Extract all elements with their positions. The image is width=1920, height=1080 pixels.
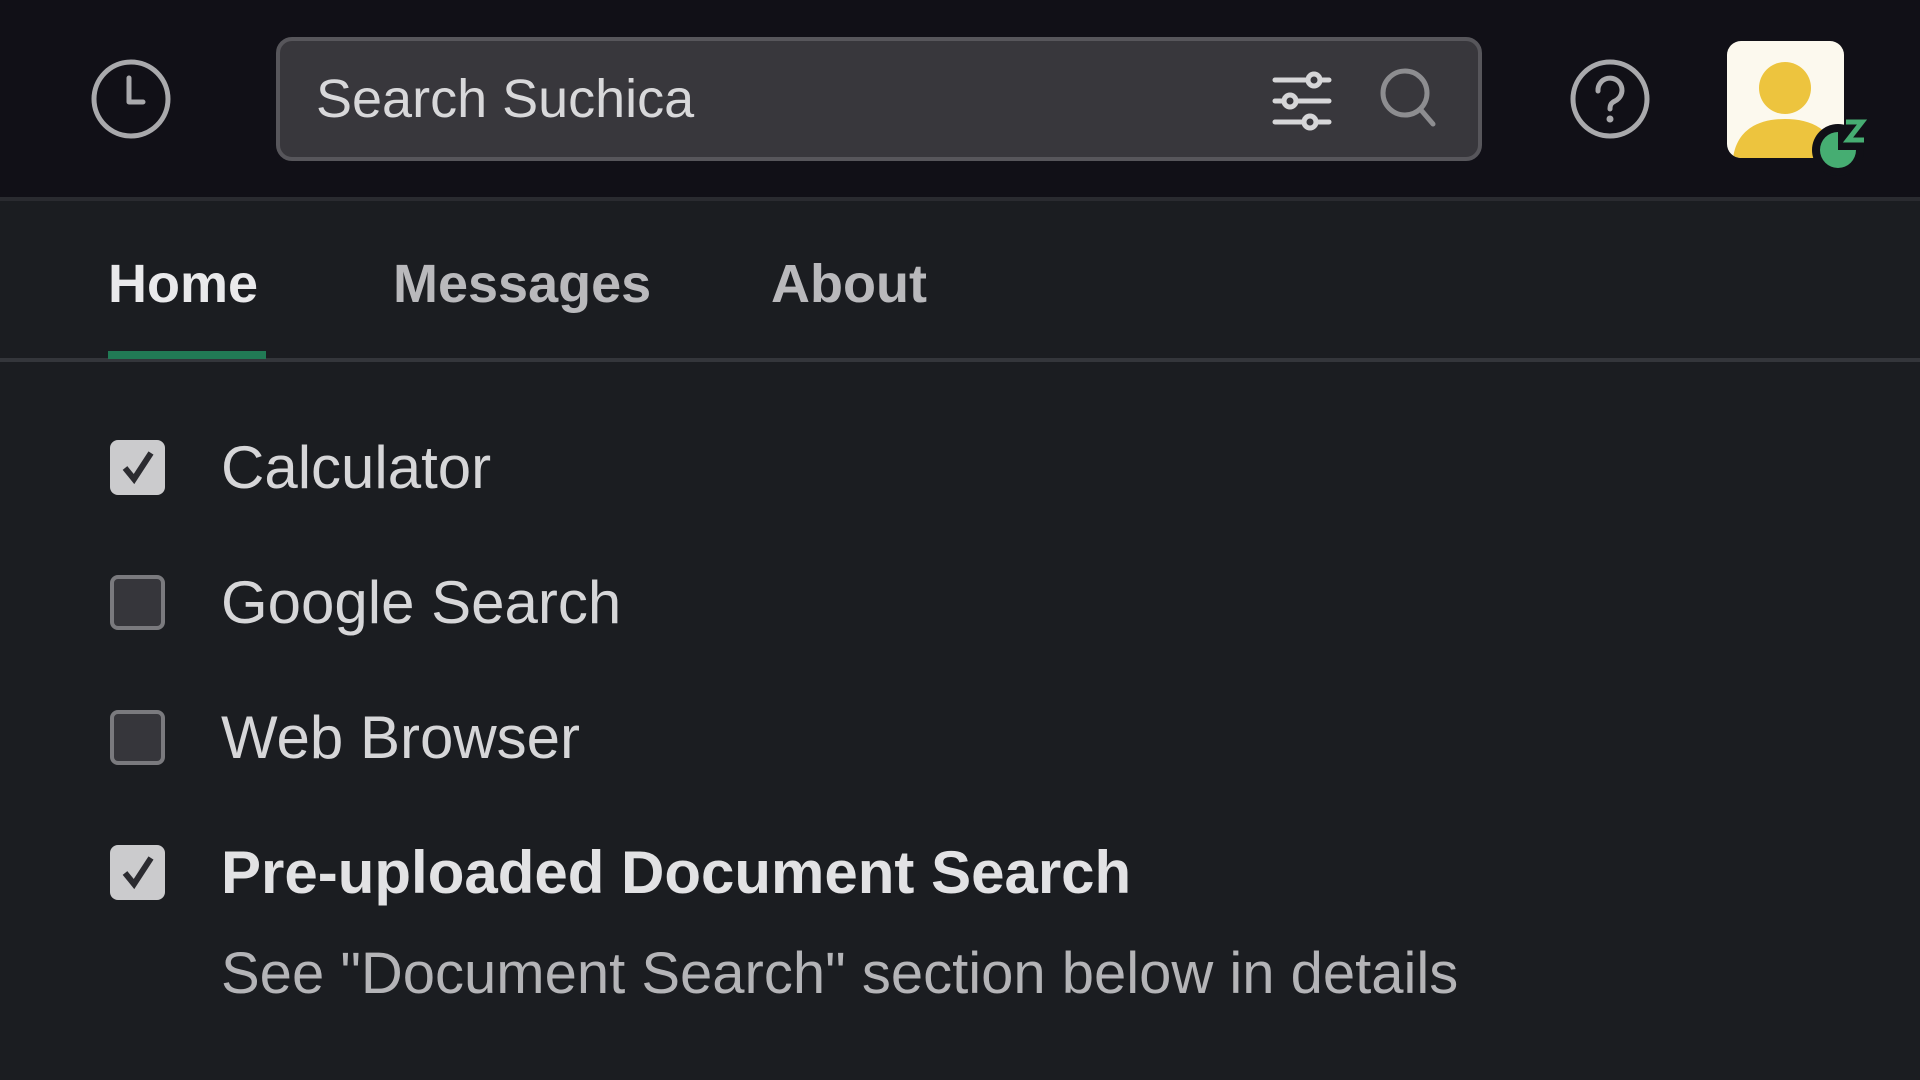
checkmark-icon [122,451,154,485]
tab-bar: Home Messages About [0,201,1920,362]
search-filter-button[interactable] [1265,63,1341,139]
search-bar [276,37,1482,161]
option-label: Google Search [221,568,622,636]
search-input[interactable] [316,41,1216,157]
active-tab-indicator [108,351,266,359]
option-document-search[interactable]: Pre-uploaded Document Search [110,837,1131,907]
google-search-checkbox[interactable] [110,574,165,630]
option-google-search[interactable]: Google Search [110,567,621,637]
clock-icon [91,59,171,139]
document-search-description: See "Document Search" section below in d… [221,941,1459,1006]
tab-home[interactable]: Home [108,249,258,319]
document-search-checkbox[interactable] [110,844,165,900]
option-label: Pre-uploaded Document Search [221,838,1132,906]
snooze-moon-icon [1812,119,1868,176]
top-header [0,0,1920,201]
tab-about[interactable]: About [771,249,927,319]
option-web-browser[interactable]: Web Browser [110,702,580,772]
magnifier-icon [1380,68,1436,127]
history-button[interactable] [88,56,174,142]
option-calculator[interactable]: Calculator [110,432,491,502]
option-label: Web Browser [221,703,581,771]
tab-messages[interactable]: Messages [393,249,651,319]
help-button[interactable] [1567,56,1653,142]
calculator-checkbox[interactable] [110,439,165,495]
question-circle-icon [1570,59,1650,139]
web-browser-checkbox[interactable] [110,709,165,765]
sliders-icon [1272,71,1332,131]
option-label: Calculator [221,433,492,501]
search-submit-button[interactable] [1370,59,1450,139]
checkmark-icon [122,856,154,890]
